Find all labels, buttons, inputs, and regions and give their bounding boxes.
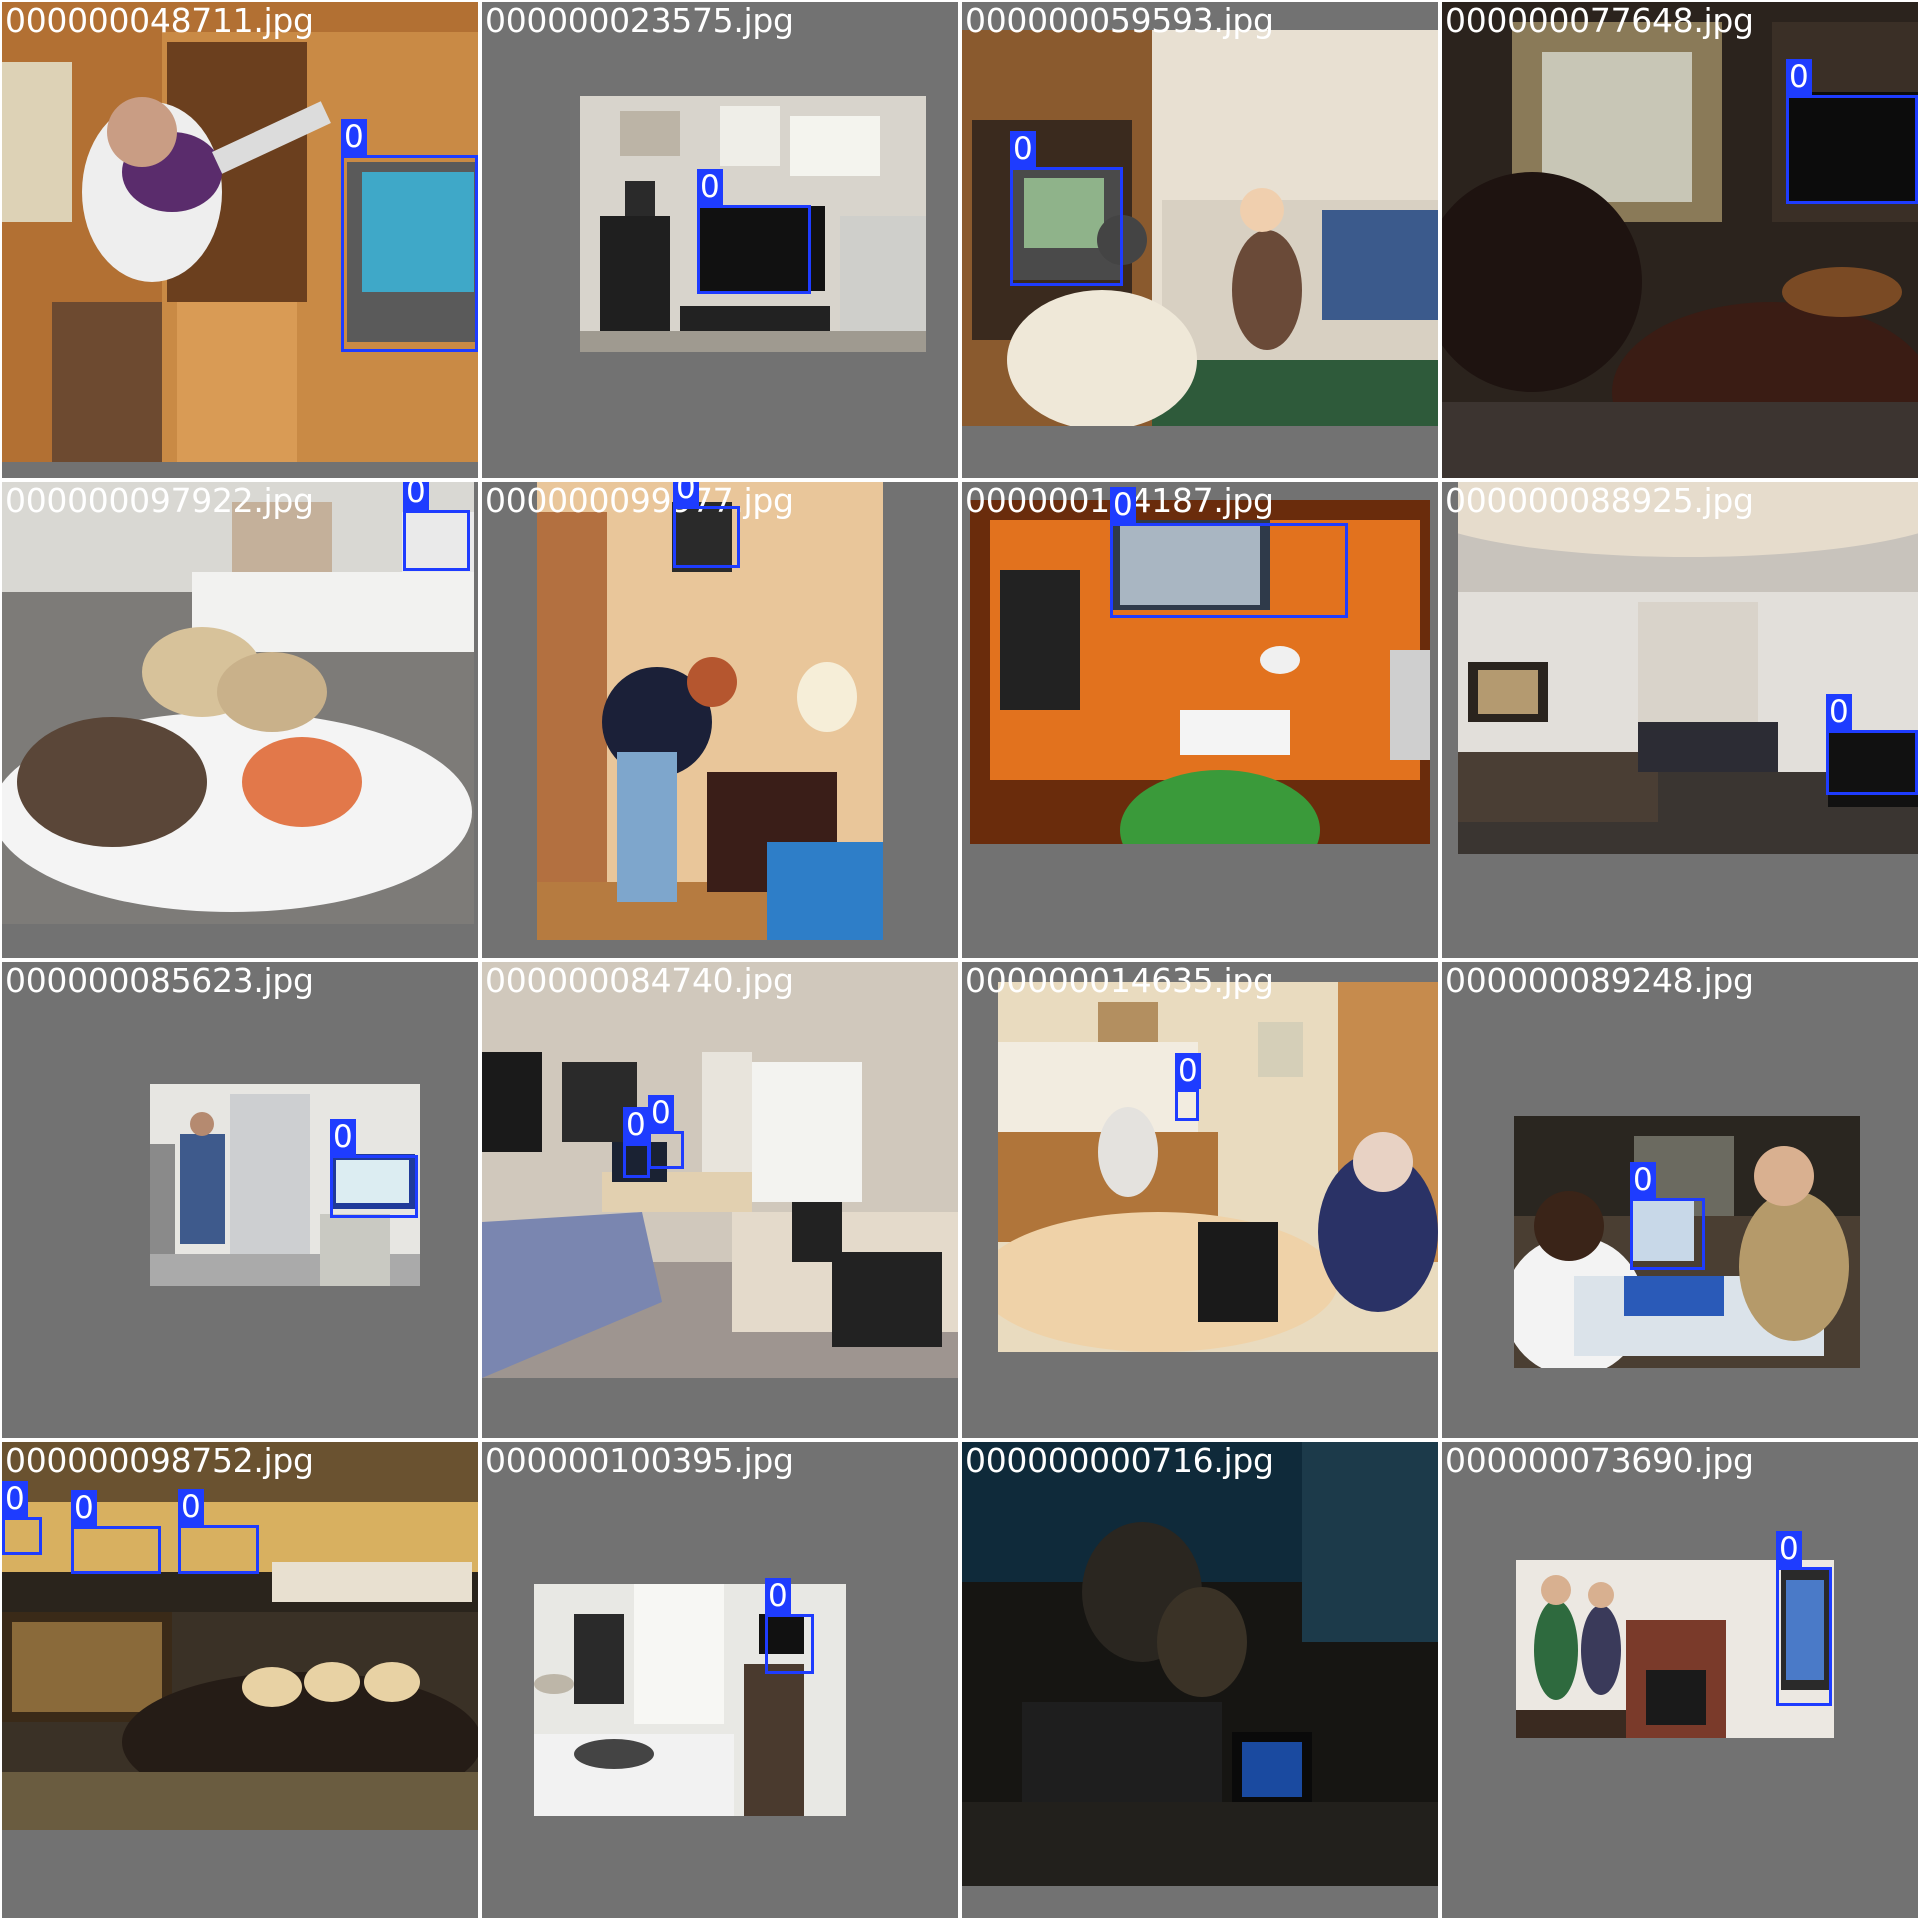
image-grid: 000000048711.jpg 0 000000023575.jpg 0 00… [0, 0, 1920, 1920]
filename-label: 000000100395.jpg [485, 1442, 794, 1480]
grid-tile: 000000048711.jpg 0 [2, 2, 478, 478]
grid-tile: 000000084740.jpg 0 0 [482, 962, 958, 1438]
detection-box: 0 [71, 1490, 161, 1574]
filename-label: 000000059593.jpg [965, 2, 1274, 40]
grid-tile: 000000099977.jpg 0 [482, 482, 958, 958]
detection-box: 0 [765, 1578, 814, 1674]
detection-box: 0 [648, 1095, 684, 1169]
detection-box: 0 [403, 482, 470, 571]
detection-class-label: 0 [1826, 694, 1852, 730]
detection-class-label: 0 [1776, 1531, 1802, 1567]
filename-label: 000000023575.jpg [485, 2, 794, 40]
detection-box: 0 [673, 482, 740, 568]
grid-tile: 000000089248.jpg 0 [1442, 962, 1918, 1438]
detection-class-label: 0 [403, 482, 429, 510]
filename-label: 000000098752.jpg [5, 1442, 314, 1480]
detection-box: 0 [330, 1119, 418, 1218]
grid-tile: 000000023575.jpg 0 [482, 2, 958, 478]
filename-label: 000000014635.jpg [965, 962, 1274, 1000]
detection-class-label: 0 [341, 119, 367, 155]
detection-class-label: 0 [71, 1490, 97, 1526]
detection-class-label: 0 [765, 1578, 791, 1614]
grid-tile: 000000088925.jpg 0 [1442, 482, 1918, 958]
grid-tile: 000000073690.jpg 0 [1442, 1442, 1918, 1918]
scene-photo [962, 1442, 1438, 1886]
detection-box: 0 [1175, 1053, 1201, 1121]
grid-tile: 000000085623.jpg 0 [2, 962, 478, 1438]
grid-tile: 000000000716.jpg [962, 1442, 1438, 1918]
detection-box: 0 [341, 119, 478, 352]
filename-label: 000000084740.jpg [485, 962, 794, 1000]
scene-photo [482, 962, 958, 1378]
filename-label: 000000089248.jpg [1445, 962, 1754, 1000]
filename-label: 000000077648.jpg [1445, 2, 1754, 40]
scene-photo [998, 982, 1438, 1352]
filename-label: 000000048711.jpg [5, 2, 314, 40]
grid-tile: 000000104187.jpg 0 [962, 482, 1438, 958]
detection-box: 0 [1786, 59, 1918, 204]
detection-class-label: 0 [1630, 1162, 1656, 1198]
filename-label: 000000073690.jpg [1445, 1442, 1754, 1480]
detection-class-label: 0 [1175, 1053, 1201, 1089]
scene-photo [1458, 482, 1918, 854]
detection-class-label: 0 [2, 1481, 28, 1517]
filename-label: 000000000716.jpg [965, 1442, 1274, 1480]
grid-tile: 000000097922.jpg 0 [2, 482, 478, 958]
detection-class-label: 0 [1786, 59, 1812, 95]
grid-tile: 000000077648.jpg 0 [1442, 2, 1918, 478]
detection-box: 0 [1630, 1162, 1705, 1270]
detection-class-label: 0 [330, 1119, 356, 1155]
grid-tile: 000000059593.jpg 0 [962, 2, 1438, 478]
filename-label: 000000088925.jpg [1445, 482, 1754, 520]
detection-box: 0 [697, 169, 811, 294]
detection-box: 0 [623, 1107, 650, 1178]
detection-box: 0 [1110, 487, 1348, 618]
detection-class-label: 0 [178, 1489, 204, 1525]
detection-class-label: 0 [697, 169, 723, 205]
detection-box: 0 [1010, 131, 1123, 286]
detection-box: 0 [178, 1489, 259, 1574]
detection-class-label: 0 [648, 1095, 674, 1131]
filename-label: 000000097922.jpg [5, 482, 314, 520]
detection-box: 0 [1776, 1531, 1832, 1706]
detection-box: 0 [1826, 694, 1918, 795]
detection-class-label: 0 [1010, 131, 1036, 167]
detection-box: 0 [2, 1481, 42, 1555]
detection-class-label: 0 [623, 1107, 649, 1143]
detection-class-label: 0 [1110, 487, 1136, 523]
grid-tile: 000000100395.jpg 0 [482, 1442, 958, 1918]
filename-label: 000000099977.jpg [485, 482, 794, 520]
grid-tile: 000000098752.jpg 0 0 0 [2, 1442, 478, 1918]
grid-tile: 000000014635.jpg 0 [962, 962, 1438, 1438]
detection-class-label: 0 [673, 482, 699, 506]
filename-label: 000000085623.jpg [5, 962, 314, 1000]
scene-photo [1442, 2, 1918, 478]
